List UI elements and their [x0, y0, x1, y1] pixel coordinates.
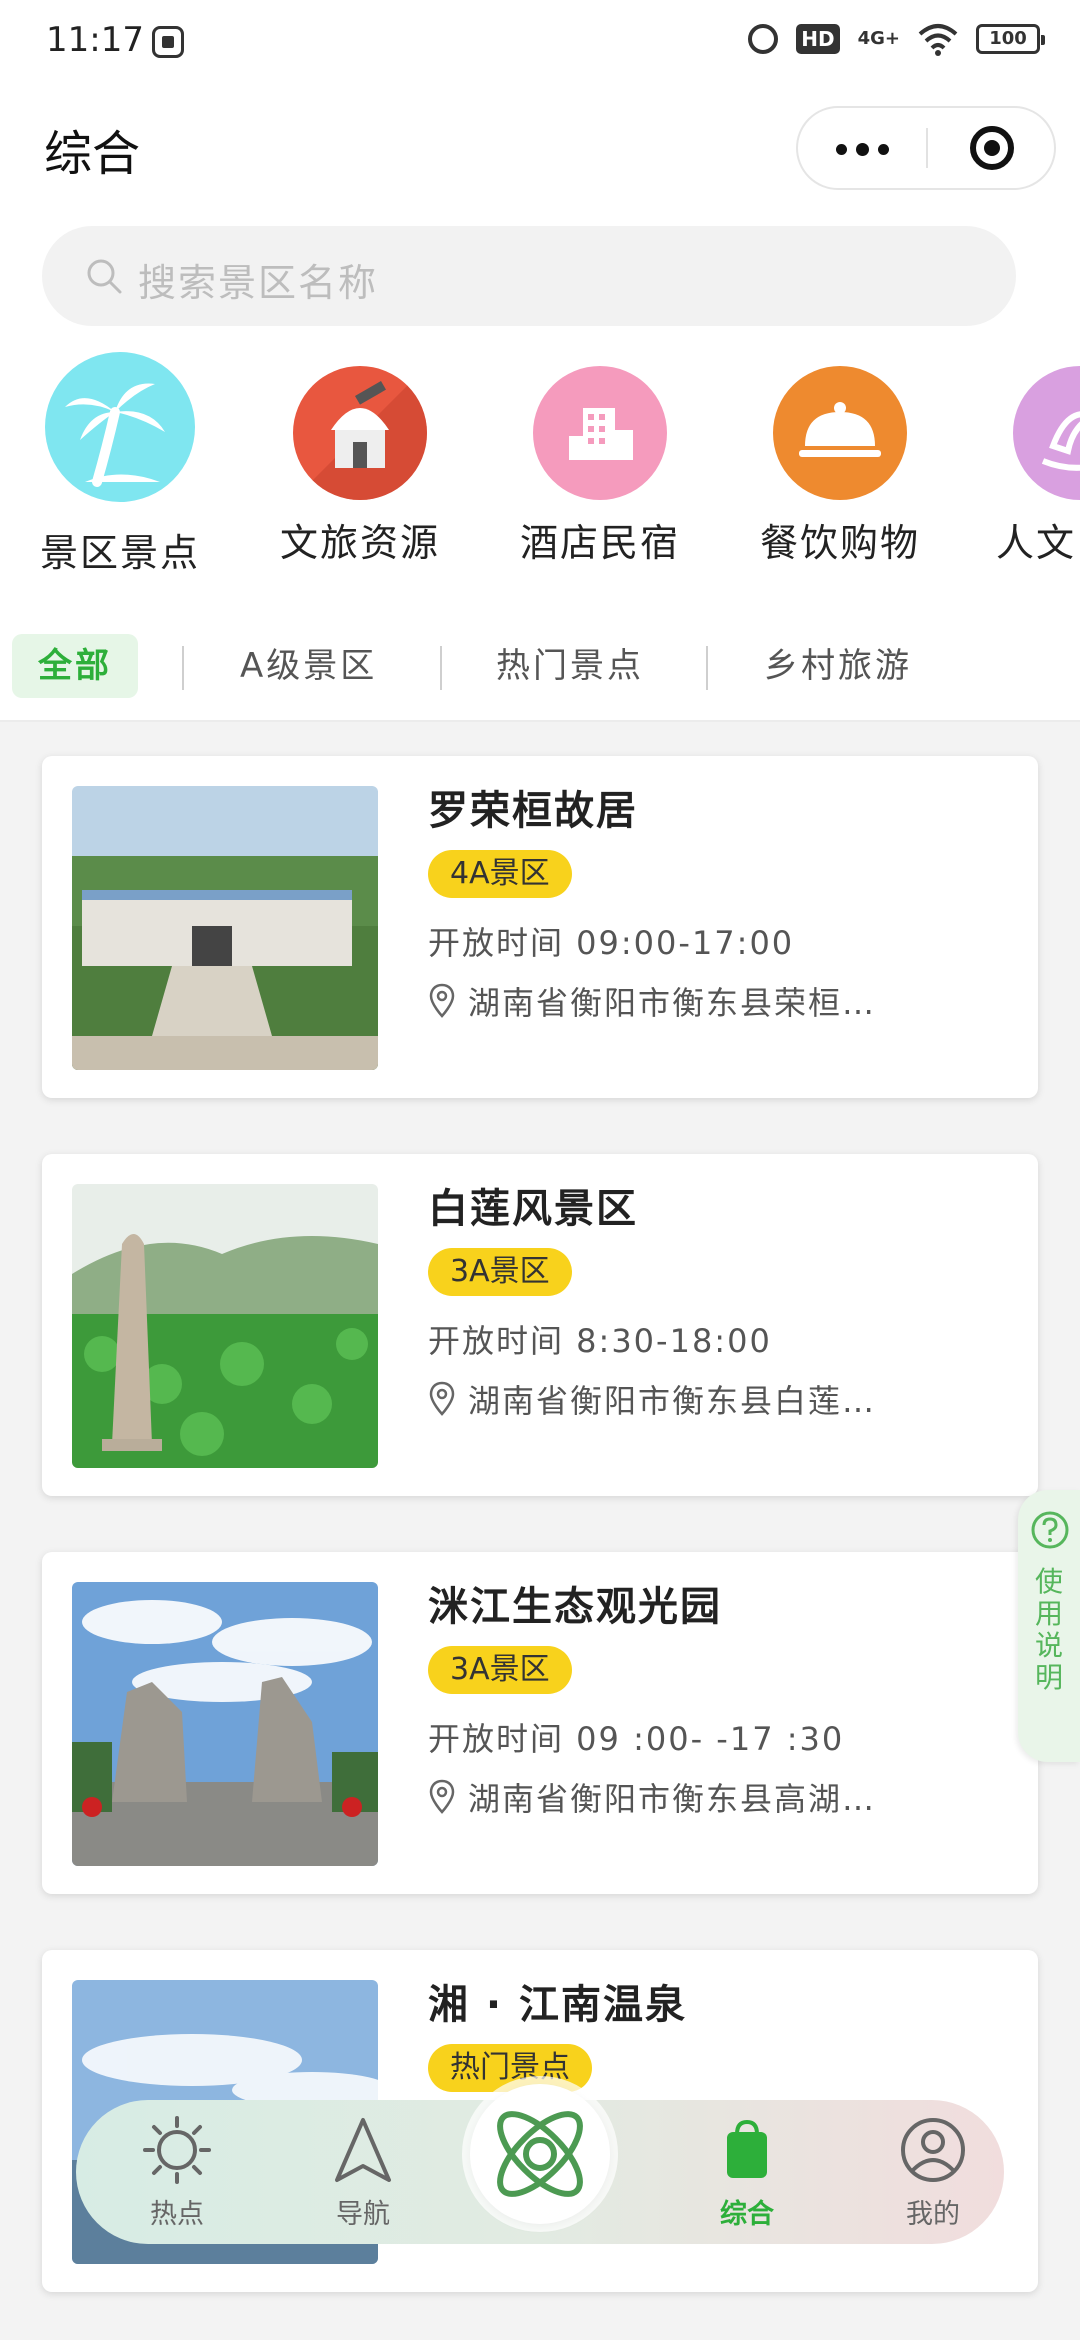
bottom-nav: 热点 导航 综合 我的 — [76, 2084, 1004, 2244]
observatory-icon — [293, 366, 427, 500]
tab-a-level-scenic[interactable]: A级景区 — [240, 634, 377, 698]
more-dot-icon — [856, 143, 869, 156]
shopping-bag-icon — [727, 2119, 767, 2178]
category-label: 餐饮购物 — [759, 521, 920, 565]
atom-logo-icon — [497, 2111, 583, 2197]
spot-address: 湖南省衡阳市衡东县荣桓… — [428, 978, 876, 1024]
hotel-building-icon — [533, 366, 667, 500]
search-placeholder: 搜索景区名称 — [138, 261, 379, 305]
center-home-button[interactable] — [470, 2084, 610, 2224]
category-hotels[interactable]: 酒店民宿 — [490, 344, 710, 574]
more-dot-icon — [836, 144, 847, 155]
status-time: 11:17 — [46, 20, 144, 60]
list-item[interactable]: 洣江生态观光园 3A景区 开放时间 09 :00- -17 :30 湖南省衡阳市… — [42, 1552, 1038, 1894]
category-label: 景区景点 — [39, 531, 200, 575]
tab-divider — [706, 646, 708, 690]
category-humanities[interactable]: 人文 — [970, 344, 1080, 574]
address-text: 湖南省衡阳市衡东县白莲… — [468, 1382, 877, 1420]
level-badge: 3A景区 — [428, 1248, 572, 1296]
more-button[interactable] — [798, 108, 926, 188]
category-culture-tourism[interactable]: 文旅资源 — [250, 344, 470, 574]
usage-help-button[interactable]: 使用说明 — [1018, 1490, 1080, 1762]
spot-thumbnail — [72, 786, 378, 1070]
search-area: 搜索景区名称 — [0, 214, 1080, 344]
battery-icon: 100 — [976, 24, 1045, 54]
tab-rural-tourism[interactable]: 乡村旅游 — [764, 634, 912, 698]
spot-thumbnail — [72, 1582, 378, 1866]
level-badge: 4A景区 — [428, 850, 572, 898]
network-icon: 4G+ — [857, 28, 900, 49]
list-item[interactable]: 白莲风景区 3A景区 开放时间 8:30-18:00 湖南省衡阳市衡东县白莲… — [42, 1154, 1038, 1496]
address-text: 湖南省衡阳市衡东县荣桓… — [468, 984, 877, 1022]
help-label: 使用说明 — [1034, 1565, 1063, 1694]
spot-thumbnail — [72, 1184, 378, 1468]
spot-name: 湘 · 江南温泉 — [428, 1982, 688, 2028]
opening-hours: 开放时间 8:30-18:00 — [428, 1322, 772, 1360]
close-mini-program-button[interactable] — [928, 108, 1056, 188]
category-label: 酒店民宿 — [519, 521, 680, 565]
more-dot-icon — [878, 144, 889, 155]
tab-all[interactable]: 全部 — [12, 634, 138, 698]
nav-item-navigation[interactable]: 导航 — [298, 2114, 428, 2234]
nav-item-mine[interactable]: 我的 — [868, 2114, 998, 2234]
alarm-icon — [748, 24, 779, 54]
sun-icon — [143, 2116, 211, 2184]
nav-label: 导航 — [336, 2199, 390, 2230]
spot-address: 湖南省衡阳市衡东县白莲… — [428, 1376, 876, 1422]
address-text: 湖南省衡阳市衡东县高湖… — [468, 1780, 877, 1818]
spot-address: 湖南省衡阳市衡东县高湖… — [428, 1774, 876, 1820]
status-bar: 11:17 HD 4G+ 100 — [0, 0, 1080, 84]
hd-icon: HD — [796, 24, 840, 54]
spot-name: 罗荣桓故居 — [428, 788, 638, 834]
status-icons: HD 4G+ 100 — [748, 22, 1045, 56]
location-pin-icon — [429, 983, 455, 1018]
filter-tabs: 全部 A级景区 热门景点 乡村旅游 — [0, 594, 1080, 722]
category-row: 景区景点 文旅资源 酒店民宿 餐饮购物 人文 — [0, 344, 1080, 594]
nav-label: 我的 — [906, 2199, 960, 2230]
mini-program-capsule — [796, 106, 1056, 190]
tab-divider — [440, 646, 442, 690]
navigation-arrow-icon — [335, 2118, 391, 2182]
search-input[interactable]: 搜索景区名称 — [42, 226, 1016, 326]
list-item[interactable]: 罗荣桓故居 4A景区 开放时间 09:00-17:00 湖南省衡阳市衡东县荣桓… — [42, 756, 1038, 1098]
spot-name: 洣江生态观光园 — [428, 1584, 722, 1630]
question-icon — [1031, 1511, 1069, 1549]
category-dining-shopping[interactable]: 餐饮购物 — [730, 344, 950, 574]
tab-divider — [182, 646, 184, 690]
spot-name: 白莲风景区 — [428, 1186, 638, 1232]
location-pin-icon — [429, 1779, 455, 1814]
category-scenic-spots[interactable]: 景区景点 — [10, 344, 230, 575]
tab-popular-spots[interactable]: 热门景点 — [496, 634, 644, 698]
category-label: 文旅资源 — [279, 521, 440, 565]
nav-item-comprehensive[interactable]: 综合 — [682, 2114, 812, 2234]
wifi-icon — [918, 24, 958, 56]
page-title: 综合 — [44, 126, 141, 182]
nav-label: 热点 — [150, 2199, 204, 2230]
location-pin-icon — [429, 1381, 455, 1416]
opening-hours: 开放时间 09 :00- -17 :30 — [428, 1720, 845, 1758]
search-icon — [87, 259, 122, 294]
target-circle-icon — [970, 126, 1014, 170]
opening-hours: 开放时间 09:00-17:00 — [428, 924, 795, 962]
category-label: 人文 — [996, 521, 1077, 565]
food-cloche-icon — [773, 366, 907, 500]
nav-label: 综合 — [720, 2199, 774, 2230]
app-notification-icon — [152, 26, 184, 58]
palm-tree-icon — [45, 352, 195, 502]
top-bar: 综合 — [0, 84, 1080, 214]
culture-icon — [1013, 366, 1080, 500]
level-badge: 3A景区 — [428, 1646, 572, 1694]
user-profile-icon — [901, 2118, 965, 2182]
nav-item-hot[interactable]: 热点 — [112, 2114, 242, 2234]
